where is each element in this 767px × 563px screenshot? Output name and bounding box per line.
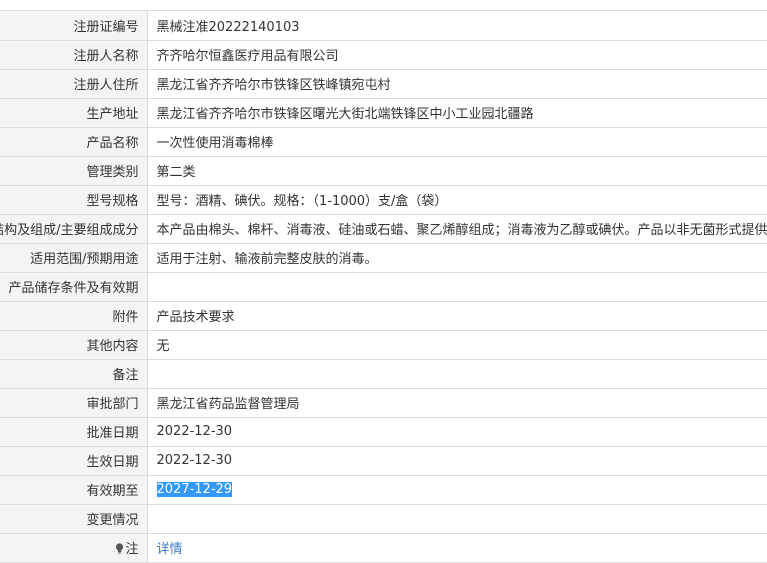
field-label-registrant-name: 注册人名称: [0, 40, 148, 70]
field-label-storage-validity: 产品储存条件及有效期: [0, 272, 148, 302]
field-value-approval-department: 黑龙江省药品监督管理局: [147, 388, 767, 418]
table-row: 注册人住所 黑龙江省齐齐哈尔市铁锋区铁峰镇宛屯村: [0, 69, 767, 99]
table-row: 注册证编号 黑械注准20222140103: [0, 11, 767, 41]
field-value-approval-date: 2022-12-30: [147, 417, 767, 447]
field-value-other-content: 无: [147, 330, 767, 360]
field-value-intended-use: 适用于注射、输液前完整皮肤的消毒。: [147, 243, 767, 273]
field-label-production-address: 生产地址: [0, 98, 148, 128]
table-row: 有效期至 2027-12-29: [0, 475, 767, 505]
table-row: 注册人名称 齐齐哈尔恒鑫医疗用品有限公司: [0, 40, 767, 70]
field-label-valid-until: 有效期至: [0, 475, 148, 505]
registration-detail-table: 注册证编号 黑械注准20222140103 注册人名称 齐齐哈尔恒鑫医疗用品有限…: [0, 11, 767, 563]
field-label-intended-use: 适用范围/预期用途: [0, 243, 148, 273]
selected-text-valid-until[interactable]: 2027-12-29: [156, 482, 233, 497]
table-row: 产品名称 一次性使用消毒棉棒: [0, 127, 767, 157]
field-value-structure-composition: 本产品由棉头、棉杆、消毒液、硅油或石蜡、聚乙烯醇组成；消毒液为乙醇或碘伏。产品以…: [147, 214, 767, 244]
field-value-registrant-address: 黑龙江省齐齐哈尔市铁锋区铁峰镇宛屯村: [147, 69, 767, 99]
table-row: 管理类别 第二类: [0, 156, 767, 186]
field-value-product-name: 一次性使用消毒棉棒: [147, 127, 767, 157]
field-value-note: 详情: [147, 533, 767, 563]
field-label-model-spec: 型号规格: [0, 185, 148, 215]
field-value-valid-until[interactable]: 2027-12-29: [147, 475, 767, 505]
field-value-attachment: 产品技术要求: [147, 301, 767, 331]
field-value-effective-date: 2022-12-30: [147, 446, 767, 476]
table-row: 附件 产品技术要求: [0, 301, 767, 331]
note-label: 注: [125, 542, 139, 557]
field-value-production-address: 黑龙江省齐齐哈尔市铁锋区曙光大街北端铁锋区中小工业园北疆路: [147, 98, 767, 128]
field-label-effective-date: 生效日期: [0, 446, 148, 476]
table-row: 型号规格 型号：酒精、碘伏。规格：（1-1000）支/盒（袋）: [0, 185, 767, 215]
field-label-registrant-address: 注册人住所: [0, 69, 148, 99]
field-label-note: 注: [0, 533, 148, 563]
field-value-storage-validity: [147, 272, 767, 302]
field-label-management-category: 管理类别: [0, 156, 148, 186]
table-row: 适用范围/预期用途 适用于注射、输液前完整皮肤的消毒。: [0, 243, 767, 273]
field-value-management-category: 第二类: [147, 156, 767, 186]
table-row: 其他内容 无: [0, 330, 767, 360]
lightbulb-icon: [115, 543, 124, 554]
field-label-remarks: 备注: [0, 359, 148, 389]
details-link[interactable]: 详情: [157, 542, 183, 557]
table-row: 产品储存条件及有效期: [0, 272, 767, 302]
table-row: 审批部门 黑龙江省药品监督管理局: [0, 388, 767, 418]
field-label-registration-number: 注册证编号: [0, 11, 148, 41]
field-label-structure-composition: 结构及组成/主要组成成分: [0, 214, 148, 244]
table-row: 生效日期 2022-12-30: [0, 446, 767, 476]
table-top-edge: [0, 0, 767, 11]
table-row: 生产地址 黑龙江省齐齐哈尔市铁锋区曙光大街北端铁锋区中小工业园北疆路: [0, 98, 767, 128]
table-row: 备注: [0, 359, 767, 389]
table-row: 结构及组成/主要组成成分 本产品由棉头、棉杆、消毒液、硅油或石蜡、聚乙烯醇组成；…: [0, 214, 767, 244]
field-value-registration-number: 黑械注准20222140103: [147, 11, 767, 41]
field-value-change-status: [147, 504, 767, 534]
field-label-attachment: 附件: [0, 301, 148, 331]
field-label-approval-date: 批准日期: [0, 417, 148, 447]
field-value-remarks: [147, 359, 767, 389]
field-label-change-status: 变更情况: [0, 504, 148, 534]
field-value-model-spec: 型号：酒精、碘伏。规格：（1-1000）支/盒（袋）: [147, 185, 767, 215]
field-label-other-content: 其他内容: [0, 330, 148, 360]
table-row: 批准日期 2022-12-30: [0, 417, 767, 447]
field-label-approval-department: 审批部门: [0, 388, 148, 418]
field-label-product-name: 产品名称: [0, 127, 148, 157]
field-value-registrant-name: 齐齐哈尔恒鑫医疗用品有限公司: [147, 40, 767, 70]
table-row: 注 详情: [0, 533, 767, 563]
table-row: 变更情况: [0, 504, 767, 534]
